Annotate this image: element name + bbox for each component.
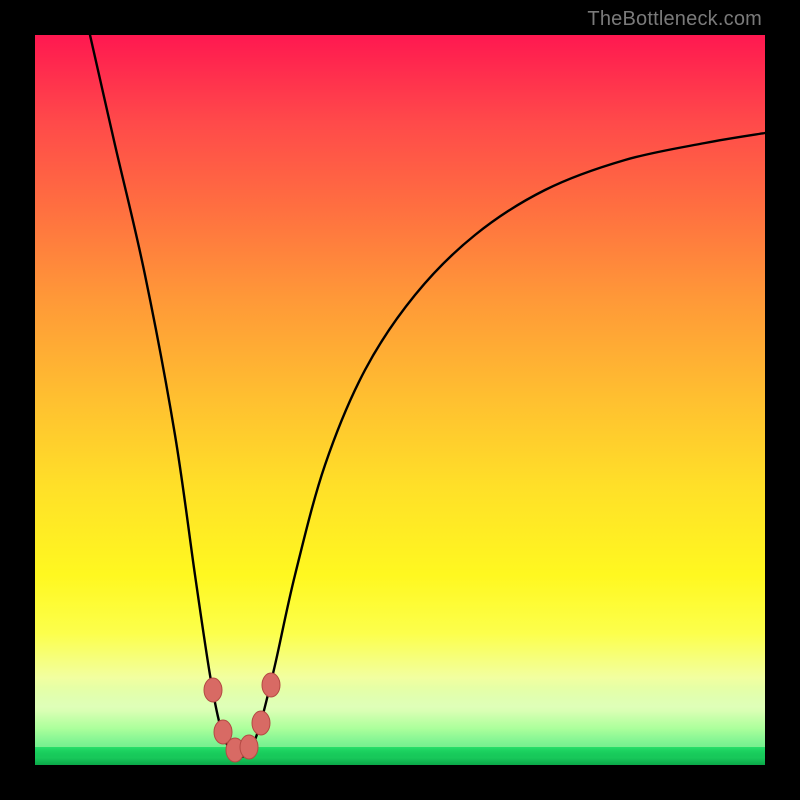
- curve-markers: [204, 673, 280, 762]
- attribution-text: TheBottleneck.com: [587, 8, 762, 31]
- curve-marker: [262, 673, 280, 697]
- chart-frame: TheBottleneck.com: [0, 0, 800, 800]
- chart-svg: [35, 35, 765, 765]
- plot-area: [35, 35, 765, 765]
- curve-marker: [240, 735, 258, 759]
- bottleneck-curve: [90, 35, 765, 757]
- curve-marker: [252, 711, 270, 735]
- curve-marker: [204, 678, 222, 702]
